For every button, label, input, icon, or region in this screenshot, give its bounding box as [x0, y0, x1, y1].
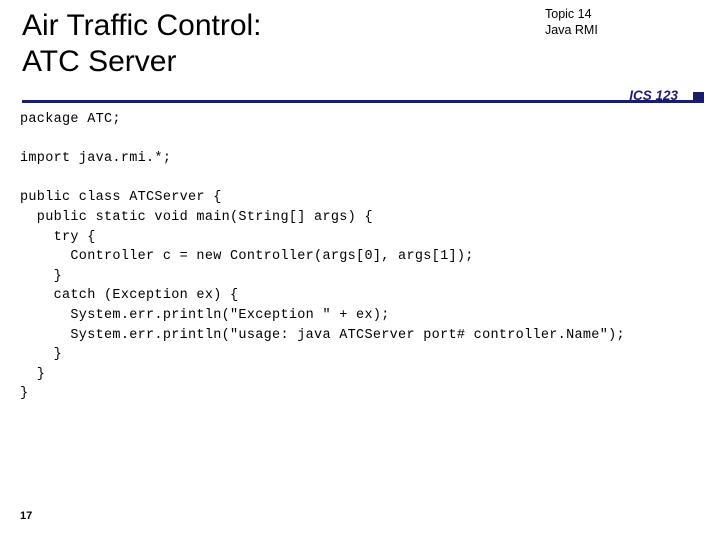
- code-line: }: [20, 366, 46, 382]
- page-title-line-1: Air Traffic Control:: [22, 9, 262, 42]
- header-divider: [22, 100, 698, 103]
- code-line: catch (Exception ex) {: [20, 288, 239, 304]
- topic-number: Topic 14: [545, 7, 592, 21]
- code-line: import java.rmi.*;: [20, 151, 172, 167]
- topic-subject: Java RMI: [545, 23, 598, 37]
- code-line: package ATC;: [20, 112, 121, 127]
- code-line: }: [20, 268, 63, 284]
- code-line: System.err.println("Exception " + ex);: [20, 307, 390, 323]
- course-row: ICS 123: [540, 88, 710, 106]
- code-line: }: [20, 347, 63, 363]
- code-block: package ATC; import java.rmi.*; public c…: [20, 110, 720, 404]
- page-number: 17: [20, 510, 33, 522]
- code-line: public class ATCServer {: [20, 190, 222, 206]
- page-title: Air Traffic Control: ATC Server: [22, 8, 452, 80]
- code-line: Controller c = new Controller(args[0], a…: [20, 249, 474, 265]
- page-title-line-2: ATC Server: [22, 45, 177, 78]
- topic-block: Topic 14 Java RMI: [545, 6, 715, 38]
- slide: Air Traffic Control: ATC Server Topic 14…: [0, 0, 720, 540]
- code-line: System.err.println("usage: java ATCServe…: [20, 327, 625, 343]
- code-line: }: [20, 386, 29, 402]
- code-line: public static void main(String[] args) {: [20, 209, 373, 225]
- code-line: try {: [20, 229, 96, 245]
